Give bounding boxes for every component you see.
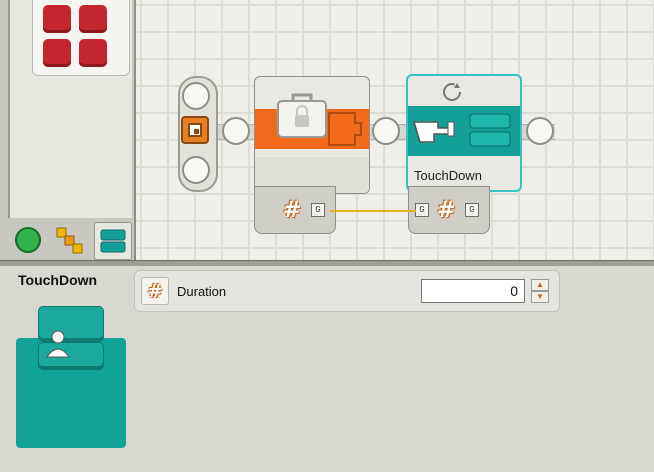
pointing-hand-icon: [412, 121, 455, 143]
configuration-panel: TouchDown # Duration ▲ ▼: [0, 266, 654, 472]
touch-block[interactable]: TouchDown: [406, 74, 522, 192]
start-glyph: [188, 123, 202, 137]
common-palette-icon: [15, 227, 41, 253]
tab-common-palette[interactable]: [10, 222, 46, 258]
red-block-palette-item[interactable]: [32, 0, 130, 76]
output-plug[interactable]: G: [465, 203, 479, 217]
hash-icon: #: [283, 197, 302, 223]
duration-spinner: ▲ ▼: [531, 279, 549, 303]
tab-complete-palette[interactable]: [52, 222, 88, 258]
hash-icon: #: [141, 277, 169, 305]
output-plug[interactable]: G: [311, 203, 325, 217]
hash-icon: #: [437, 197, 456, 223]
person-icon: [46, 330, 70, 358]
red-square-icon: [79, 39, 107, 67]
palette-blocks-area: [8, 0, 132, 218]
custom-palette-icon: [100, 229, 126, 253]
touch-block-body: [408, 106, 520, 156]
touch-sensor-icon: [469, 113, 511, 147]
wait-data-hub[interactable]: # G: [254, 186, 336, 234]
start-icon[interactable]: [181, 116, 209, 144]
data-wire[interactable]: [330, 210, 416, 212]
beam-connector[interactable]: [372, 117, 400, 145]
wait-block[interactable]: [254, 76, 370, 194]
spinner-down-button[interactable]: ▼: [531, 291, 549, 303]
touch-data-hub[interactable]: G # G: [408, 186, 490, 234]
red-square-icon: [43, 39, 71, 67]
tab-custom-palette[interactable]: [94, 222, 132, 260]
duration-input[interactable]: [421, 279, 525, 303]
palette-tabs: [8, 218, 134, 262]
complete-palette-icon: [56, 227, 83, 254]
red-square-icon: [43, 5, 71, 33]
input-plug[interactable]: G: [415, 203, 429, 217]
beam-connector[interactable]: [526, 117, 554, 145]
lock-icon: [277, 93, 327, 138]
beam-connector[interactable]: [182, 156, 210, 184]
duration-label: Duration: [177, 284, 227, 299]
config-panel-title: TouchDown: [18, 272, 98, 288]
duration-parameter-row: # Duration ▲ ▼: [134, 270, 560, 312]
touch-block-label: TouchDown: [414, 168, 482, 183]
refresh-icon: [443, 83, 461, 101]
spinner-up-button[interactable]: ▲: [531, 279, 549, 291]
beam-connector[interactable]: [222, 117, 250, 145]
palette-panel: [0, 0, 136, 262]
red-square-icon: [79, 5, 107, 33]
beam-connector[interactable]: [182, 82, 210, 110]
